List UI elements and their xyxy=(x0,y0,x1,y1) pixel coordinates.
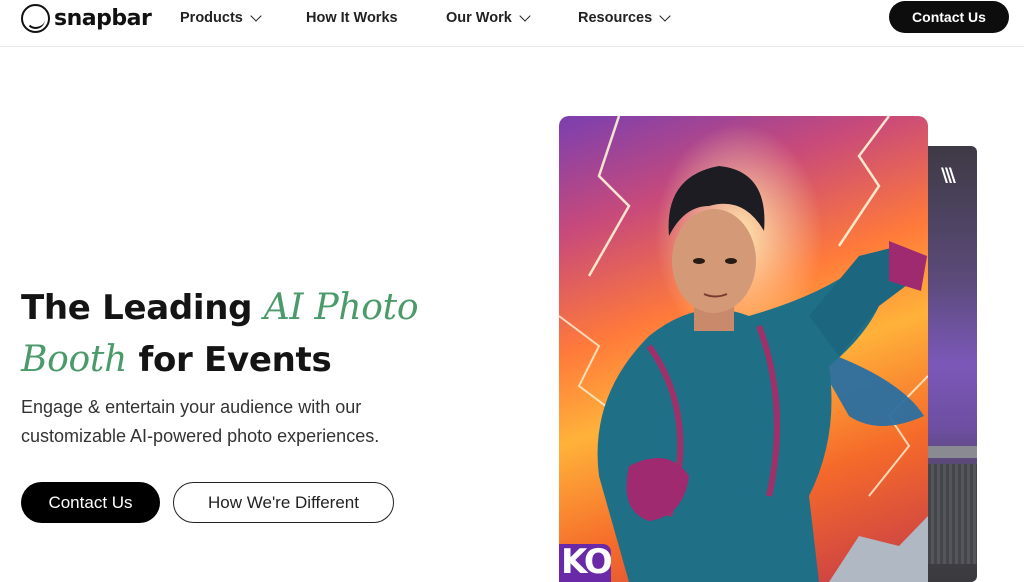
brand-mark-icon: \\\ xyxy=(941,164,956,186)
snapbar-logo[interactable]: snapbar xyxy=(21,3,152,33)
top-navbar: snapbar Products How It Works Our Work R… xyxy=(0,0,1024,47)
nav-contact-us-button[interactable]: Contact Us xyxy=(889,1,1009,33)
chevron-down-icon xyxy=(659,10,671,22)
snapbar-logo-icon xyxy=(21,3,50,33)
hero-title-accent-1: AI Photo xyxy=(263,287,419,328)
ai-superhero-photo: KO xyxy=(559,116,928,582)
chevron-down-icon xyxy=(250,10,262,22)
superhero-illustration xyxy=(559,116,928,582)
brand-name: snapbar xyxy=(54,5,152,31)
hero-title-accent-2: Booth xyxy=(21,339,127,380)
nav-resources[interactable]: Resources xyxy=(578,9,671,27)
hero-subtitle: Engage & entertain your audience with ou… xyxy=(21,397,380,446)
how-were-different-button[interactable]: How We're Different xyxy=(173,482,394,523)
event-badge: KO xyxy=(559,544,611,582)
hero-title-part1: The Leading xyxy=(21,288,264,328)
nav-resources-label: Resources xyxy=(578,10,653,26)
nav-how-it-works-label: How It Works xyxy=(306,10,398,26)
hero-title-part2: for Events xyxy=(126,340,332,380)
chevron-down-icon xyxy=(519,10,531,22)
nav-how-it-works[interactable]: How It Works xyxy=(306,9,398,27)
nav-our-work[interactable]: Our Work xyxy=(446,9,531,27)
nav-products-label: Products xyxy=(180,10,243,26)
nav-products[interactable]: Products xyxy=(180,9,262,27)
hero-contact-us-button[interactable]: Contact Us xyxy=(21,482,160,523)
hero-title: The Leading AI Photo Booth for Events xyxy=(21,282,491,386)
nav-our-work-label: Our Work xyxy=(446,10,512,26)
